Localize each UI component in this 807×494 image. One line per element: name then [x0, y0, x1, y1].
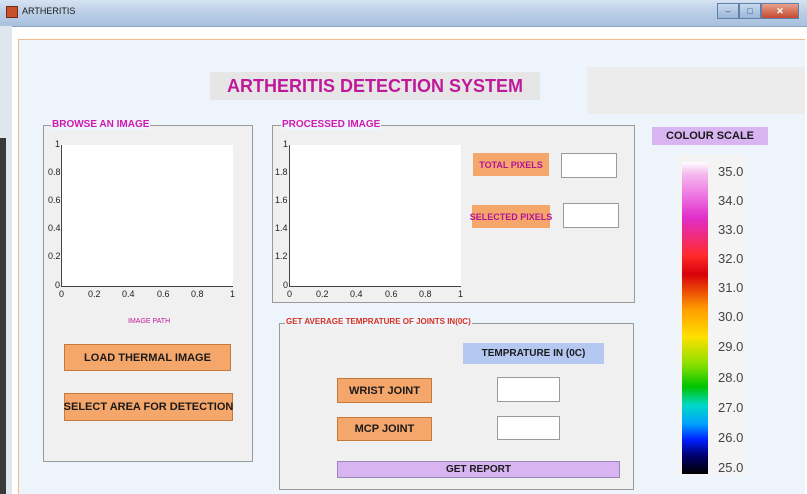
window-title: ARTHERITIS: [22, 6, 76, 16]
total-pixels-label: TOTAL PIXELS: [473, 153, 549, 176]
original-image-axes[interactable]: [61, 145, 233, 287]
window-controls: – □ ✕: [717, 3, 799, 19]
y-tick: 0.6: [48, 195, 61, 205]
y-tick: 0.8: [48, 167, 61, 177]
x-tick: 0: [59, 289, 65, 299]
scale-label: 31.0: [718, 280, 744, 295]
app-icon: [6, 6, 18, 18]
x-tick: 0.6: [157, 289, 170, 299]
y-tick: 0.2: [48, 251, 61, 261]
get-report-button[interactable]: GET REPORT: [337, 461, 620, 478]
selected-pixels-field[interactable]: [563, 203, 619, 228]
x-tick: 0.2: [88, 289, 101, 299]
mcp-joint-button[interactable]: MCP JOINT: [337, 417, 432, 441]
colour-scale-title: COLOUR SCALE: [652, 127, 768, 145]
x-tick: 0: [287, 289, 293, 299]
colour-scale-bar: [682, 162, 708, 474]
scale-label: 34.0: [718, 193, 744, 208]
wrist-joint-button[interactable]: WRIST JOINT: [337, 378, 432, 403]
y-tick: 1.4: [275, 223, 288, 233]
scale-label: 26.0: [718, 430, 744, 445]
scale-label: 33.0: [718, 222, 744, 237]
browse-panel-title: BROWSE AN IMAGE: [51, 119, 151, 130]
selected-pixels-label: SELECTED PIXELS: [470, 205, 552, 228]
image-path-label: IMAGE PATH: [128, 318, 171, 325]
scale-label: 32.0: [718, 251, 744, 266]
y-tick: 1.8: [275, 167, 288, 177]
scale-label: 35.0: [718, 164, 744, 179]
temperature-header: TEMPRATURE IN (0C): [463, 343, 604, 364]
load-thermal-image-button[interactable]: LOAD THERMAL IMAGE: [64, 344, 231, 371]
x-tick: 0.4: [350, 289, 363, 299]
top-right-panel: [587, 67, 805, 114]
close-button[interactable]: ✕: [761, 3, 799, 19]
processed-image-axes[interactable]: [289, 145, 461, 287]
scale-label: 29.0: [718, 339, 744, 354]
scale-label: 30.0: [718, 309, 744, 324]
scale-label: 28.0: [718, 370, 744, 385]
x-tick: 0.2: [316, 289, 329, 299]
x-tick: 0.6: [385, 289, 398, 299]
left-edge: [0, 26, 12, 494]
wrist-joint-field[interactable]: [497, 377, 560, 402]
maximize-button[interactable]: □: [739, 3, 761, 19]
x-tick: 0.4: [122, 289, 135, 299]
y-tick: 1: [55, 139, 61, 149]
x-tick: 0.8: [419, 289, 432, 299]
x-tick: 1: [458, 289, 464, 299]
y-tick: 1.6: [275, 195, 288, 205]
window-titlebar: ARTHERITIS – □ ✕: [0, 0, 807, 27]
y-tick: 1.2: [275, 251, 288, 261]
x-tick: 0.8: [191, 289, 204, 299]
y-tick: 1: [283, 139, 289, 149]
processed-panel-title: PROCESSED IMAGE: [281, 119, 382, 130]
total-pixels-field[interactable]: [561, 153, 617, 178]
minimize-button[interactable]: –: [717, 3, 739, 19]
mcp-joint-field[interactable]: [497, 416, 560, 440]
x-tick: 1: [230, 289, 236, 299]
scale-label: 25.0: [718, 460, 744, 475]
app-title: ARTHERITIS DETECTION SYSTEM: [210, 72, 540, 100]
scale-label: 27.0: [718, 400, 744, 415]
select-area-button[interactable]: SELECT AREA FOR DETECTION: [64, 393, 233, 421]
y-tick: 0.4: [48, 223, 61, 233]
temperature-panel-title: GET AVERAGE TEMPRATURE OF JOINTS IN(0C): [285, 317, 472, 326]
